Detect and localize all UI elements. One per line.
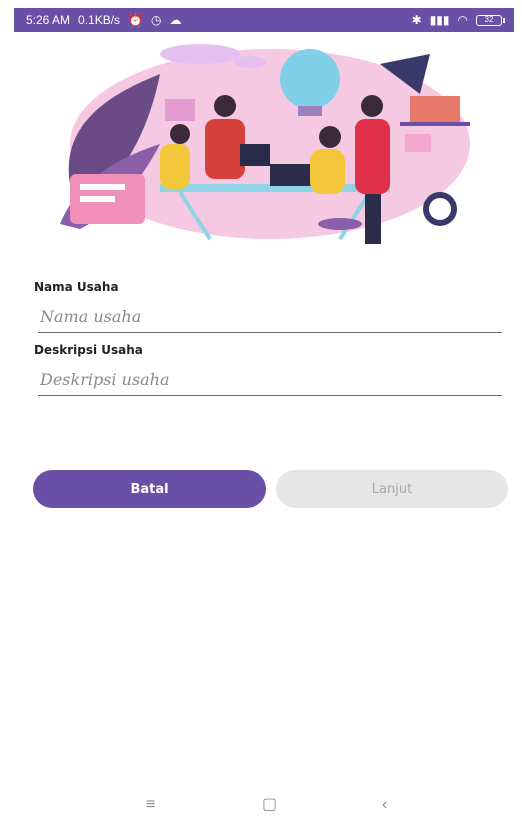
menu-icon[interactable]: ≡ <box>146 795 155 815</box>
nama-usaha-field <box>38 300 506 333</box>
team-illustration <box>60 44 470 244</box>
back-icon[interactable]: ‹ <box>382 795 387 815</box>
home-icon[interactable]: ▢ <box>262 795 277 815</box>
signal-icon: ▮▮▮ <box>429 13 450 27</box>
nama-usaha-label: Nama Usaha <box>34 280 119 294</box>
deskripsi-usaha-field <box>38 363 506 396</box>
cloud-icon: ☁ <box>169 13 182 27</box>
nama-usaha-input[interactable] <box>38 300 506 332</box>
lanjut-button[interactable]: Lanjut <box>276 470 508 508</box>
deskripsi-usaha-input[interactable] <box>38 363 506 395</box>
batal-button[interactable]: Batal <box>33 470 266 508</box>
status-bar: 5:26 AM 0.1KB/s ⏰ ◷ ☁ ✱ ▮▮▮ ◠ 32 <box>14 8 514 32</box>
status-right: ✱ ▮▮▮ ◠ 32 <box>411 13 505 27</box>
wifi-icon: ◠ <box>457 13 468 27</box>
navigation-bar: ≡ ▢ ‹ <box>0 795 522 818</box>
deskripsi-usaha-label: Deskripsi Usaha <box>34 343 143 357</box>
alarm-icon: ⏰ <box>128 13 144 27</box>
status-time: 5:26 AM <box>26 13 71 27</box>
status-left: 5:26 AM 0.1KB/s ⏰ ◷ ☁ <box>26 13 182 27</box>
bluetooth-icon: ✱ <box>411 13 422 27</box>
network-speed: 0.1KB/s <box>78 13 121 27</box>
battery-icon: 32 <box>476 14 505 26</box>
clock-icon: ◷ <box>151 13 162 27</box>
battery-level: 32 <box>484 14 494 24</box>
